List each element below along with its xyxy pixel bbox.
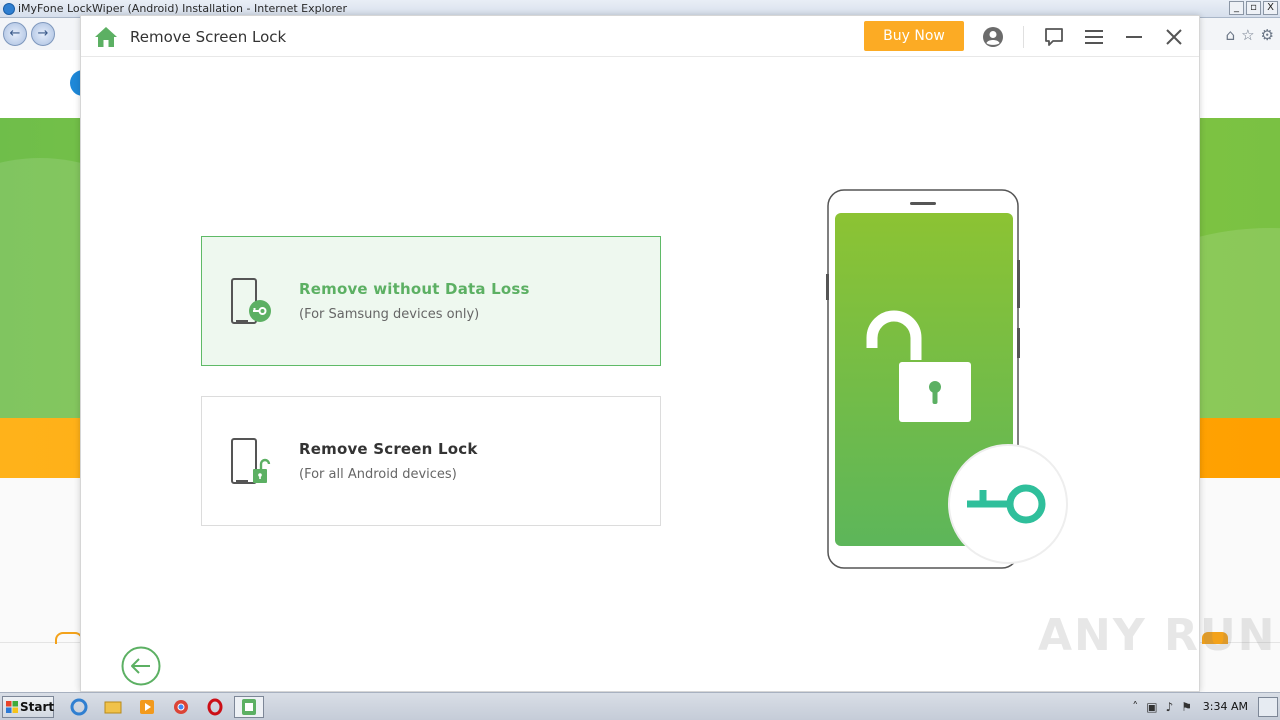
- taskbar-ie-icon[interactable]: [64, 696, 94, 718]
- home-browser-icon[interactable]: ⌂: [1226, 26, 1236, 44]
- taskbar: Start ˄ ▣ ♪ ⚑ 3:34 AM: [0, 692, 1280, 720]
- taskbar-chrome-icon[interactable]: [166, 696, 196, 718]
- browser-forward-icon[interactable]: →: [31, 22, 55, 46]
- browser-window-controls: _ ▫ X: [1229, 1, 1278, 15]
- ie-icon: [3, 3, 15, 15]
- option-title: Remove Screen Lock: [299, 440, 478, 458]
- flag-icon[interactable]: ⚑: [1181, 700, 1192, 714]
- header-separator: [1023, 26, 1024, 48]
- taskbar-media-icon[interactable]: [132, 696, 162, 718]
- browser-title: iMyFone LockWiper (Android) Installation…: [18, 2, 347, 15]
- watermark: ANY RUN: [1038, 610, 1277, 661]
- app-header: Remove Screen Lock Buy Now: [81, 16, 1199, 57]
- page-title: Remove Screen Lock: [130, 28, 287, 46]
- system-tray: ˄ ▣ ♪ ⚑: [1132, 700, 1192, 714]
- phone-key-icon: [231, 278, 271, 324]
- minimize-icon[interactable]: [1122, 25, 1146, 49]
- windows-logo-icon: [6, 701, 18, 713]
- start-label: Start: [20, 700, 55, 714]
- browser-right-icons: ⌂ ☆ ⚙: [1226, 26, 1274, 44]
- network-icon[interactable]: ▣: [1146, 700, 1157, 714]
- browser-maximize-button[interactable]: ▫: [1246, 1, 1261, 15]
- favorites-star-icon[interactable]: ☆: [1241, 26, 1254, 44]
- taskbar-clock: 3:34 AM: [1202, 700, 1248, 713]
- start-button[interactable]: Start: [2, 696, 54, 718]
- option-subtitle: (For all Android devices): [299, 467, 457, 482]
- feedback-icon[interactable]: [1042, 25, 1066, 49]
- close-icon[interactable]: [1162, 25, 1186, 49]
- background-orange-outline: [55, 632, 83, 644]
- back-arrow-icon[interactable]: [121, 646, 161, 686]
- menu-icon[interactable]: [1082, 25, 1106, 49]
- browser-minimize-button[interactable]: _: [1229, 1, 1244, 15]
- volume-icon[interactable]: ♪: [1166, 700, 1174, 714]
- show-desktop-button[interactable]: [1258, 697, 1278, 717]
- option-subtitle: (For Samsung devices only): [299, 307, 480, 322]
- phone-unlock-illustration: [826, 189, 1068, 569]
- taskbar-folder-icon[interactable]: [98, 696, 128, 718]
- option-title: Remove without Data Loss: [299, 280, 530, 298]
- browser-close-button[interactable]: X: [1263, 1, 1278, 15]
- option-remove-without-data-loss[interactable]: Remove without Data Loss (For Samsung de…: [201, 236, 661, 366]
- taskbar-lockwiper-icon[interactable]: [234, 696, 264, 718]
- browser-back-icon[interactable]: ←: [3, 22, 27, 46]
- app-window: Remove Screen Lock Buy Now Remove withou…: [80, 15, 1200, 692]
- account-icon[interactable]: [981, 25, 1005, 49]
- taskbar-opera-icon[interactable]: [200, 696, 230, 718]
- buy-now-button[interactable]: Buy Now: [864, 21, 964, 51]
- home-icon[interactable]: [94, 26, 118, 48]
- tray-expand-icon[interactable]: ˄: [1132, 700, 1138, 714]
- tools-gear-icon[interactable]: ⚙: [1261, 26, 1274, 44]
- option-remove-screen-lock[interactable]: Remove Screen Lock (For all Android devi…: [201, 396, 661, 526]
- phone-unlock-icon: [231, 438, 271, 484]
